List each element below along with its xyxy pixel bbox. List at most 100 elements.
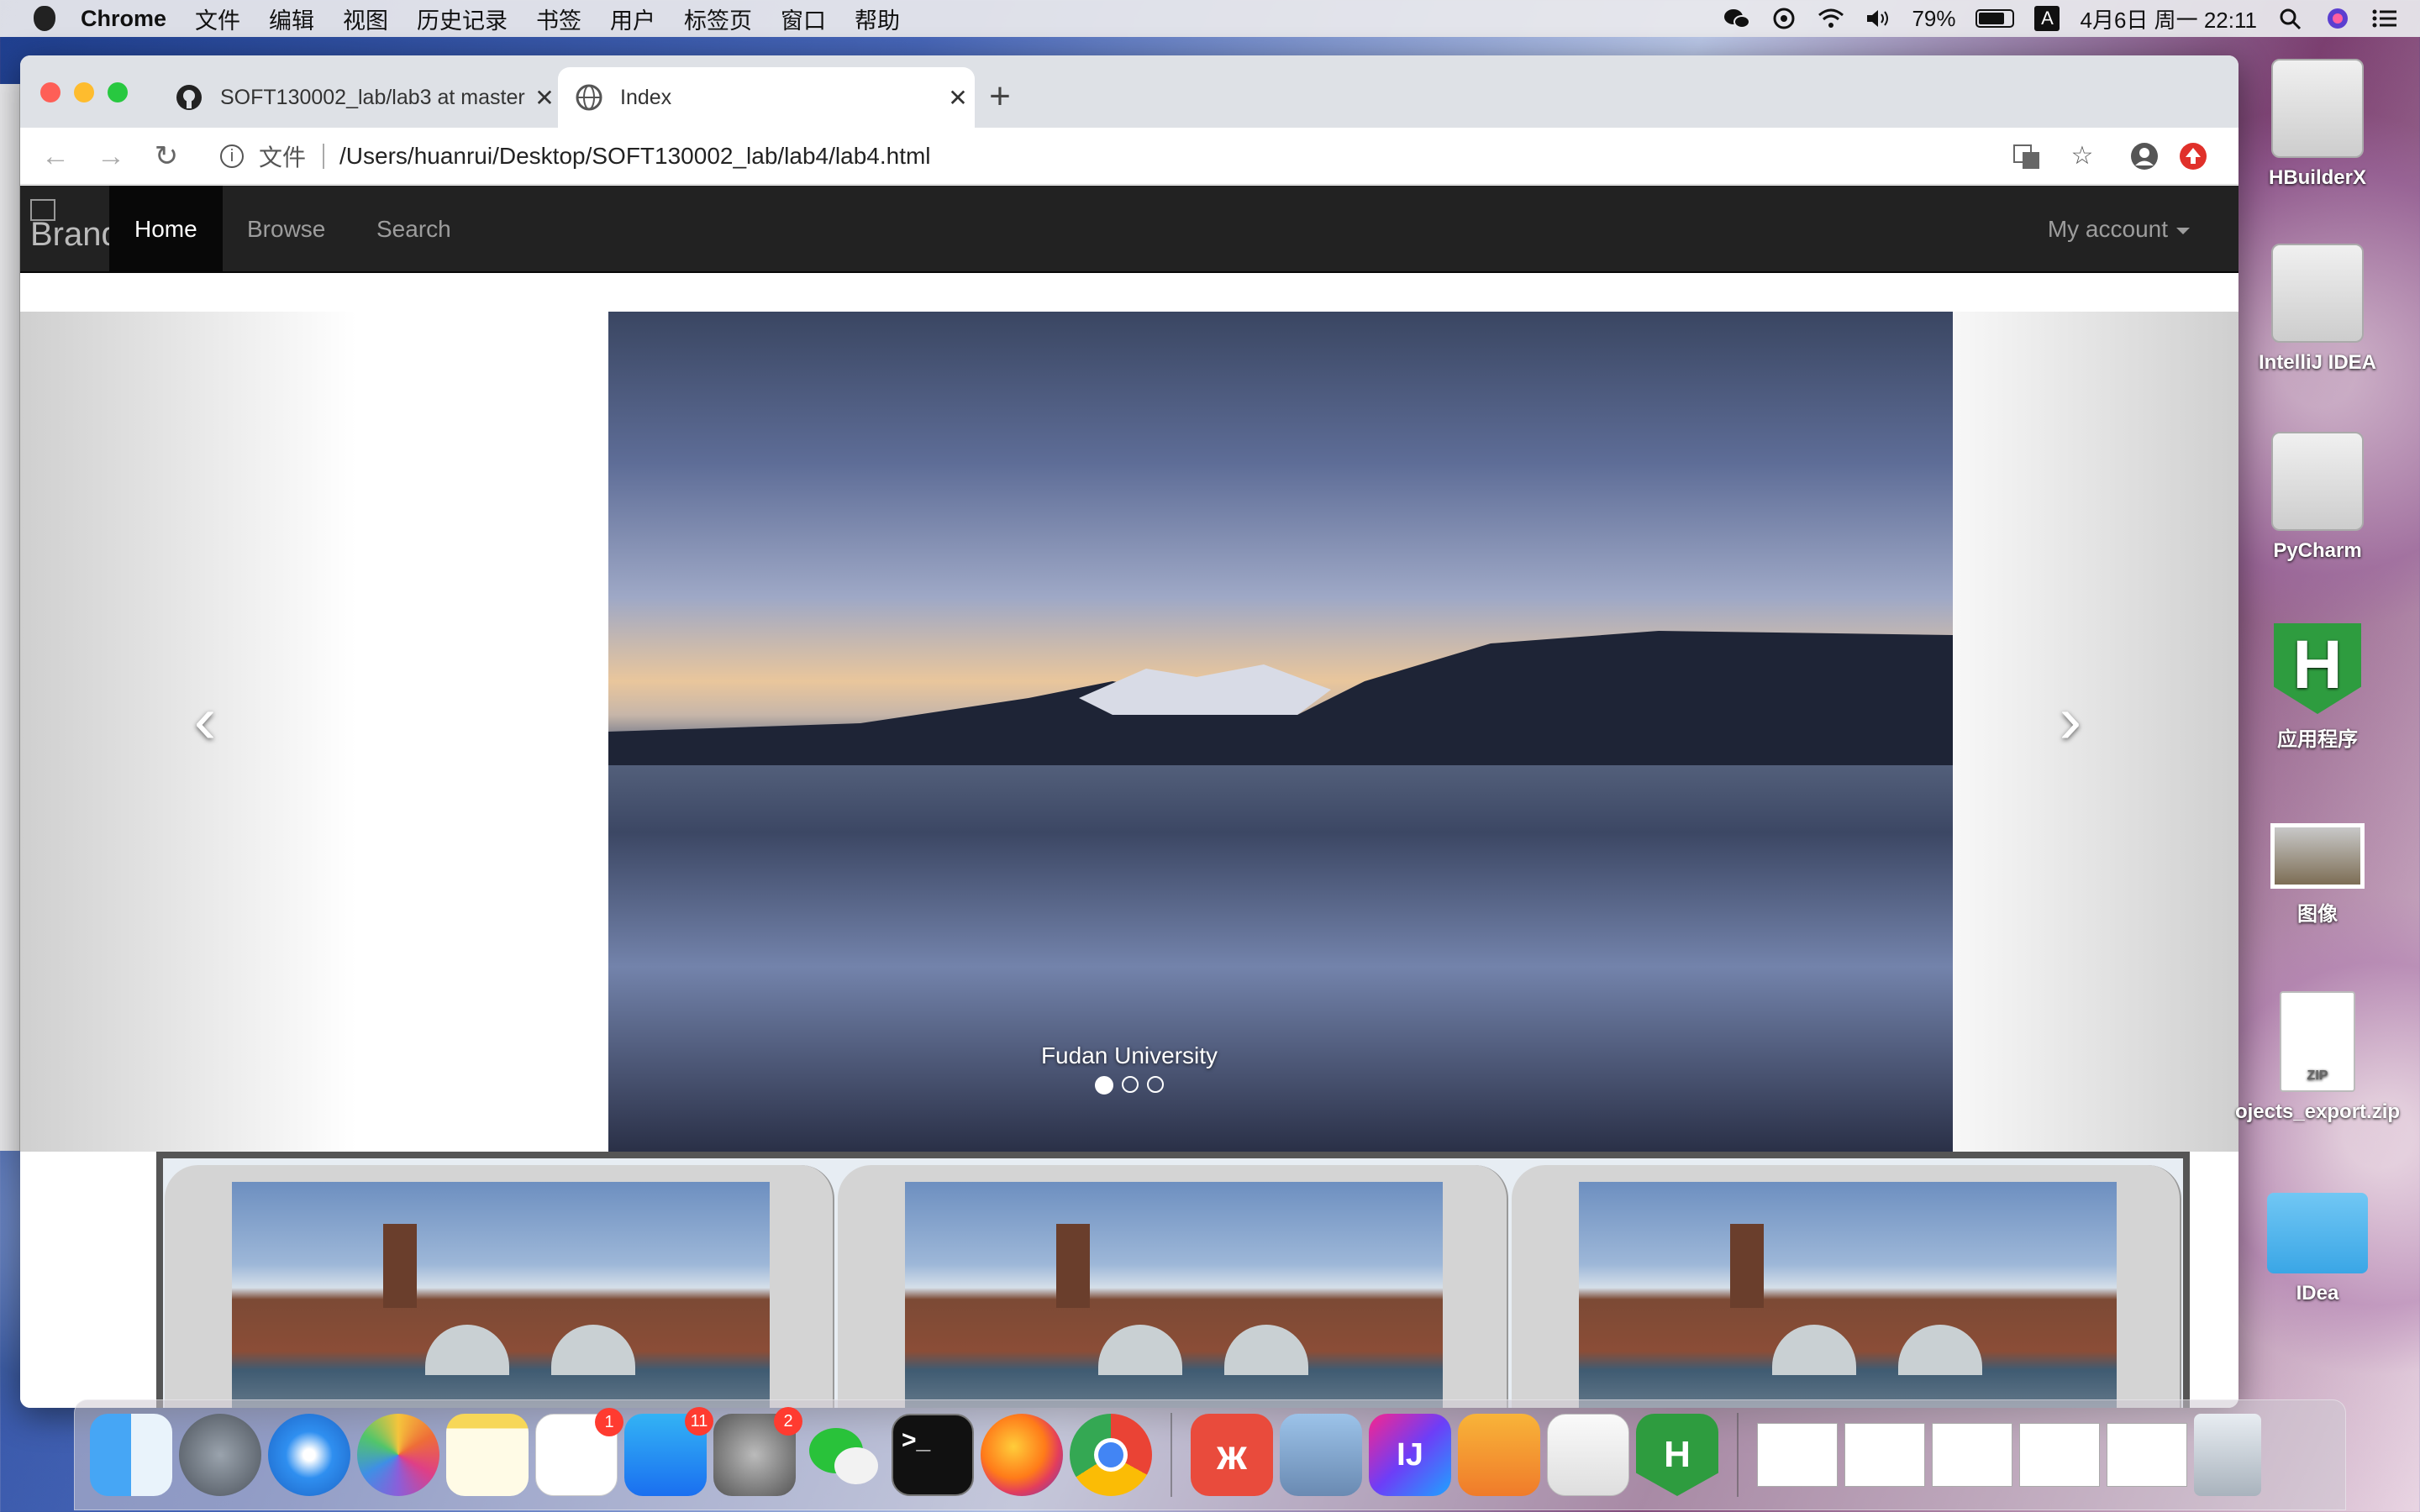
safari-icon[interactable] — [268, 1414, 350, 1496]
thumbnail-card[interactable] — [1511, 1165, 2181, 1408]
desktop-zip-file[interactable]: ZIP ojects_export.zip — [2232, 991, 2403, 1124]
maximize-window-button[interactable] — [108, 82, 128, 102]
site-navbar: Brand Home Browse Search My account — [20, 186, 2238, 273]
disk-icon — [2271, 432, 2364, 531]
bookmark-star-icon[interactable]: ☆ — [2067, 141, 2097, 171]
extension-icon[interactable] — [2178, 141, 2208, 171]
carousel-indicator[interactable] — [1122, 1076, 1139, 1093]
pages-icon[interactable] — [1458, 1414, 1540, 1496]
nav-browse[interactable]: Browse — [222, 186, 350, 273]
carousel-slide-image — [608, 312, 1953, 1152]
desktop-intellij[interactable]: IntelliJ IDEA — [2242, 244, 2393, 375]
siri-icon[interactable] — [2324, 7, 2351, 30]
profile-icon[interactable] — [2129, 141, 2160, 171]
nav-search[interactable]: Search — [351, 186, 476, 273]
chevron-right-icon[interactable]: › — [2037, 681, 2104, 759]
minimized-window-thumbnail[interactable] — [1932, 1423, 2012, 1487]
menu-bar: Chrome 文件 编辑 视图 历史记录 书签 用户 标签页 窗口 帮助 79%… — [0, 0, 2420, 37]
minimized-window-thumbnail[interactable] — [1757, 1423, 1838, 1487]
minimized-window-thumbnail[interactable] — [2019, 1423, 2100, 1487]
background-window[interactable] — [0, 84, 20, 1151]
desktop-images[interactable]: 图像 — [2242, 823, 2393, 927]
menu-bookmarks[interactable]: 书签 — [536, 3, 581, 35]
new-tab-button[interactable]: + — [978, 76, 1022, 119]
close-tab-icon[interactable]: ✕ — [528, 84, 561, 112]
hbuilder-dock-icon[interactable]: H — [1636, 1414, 1718, 1496]
dock-separator — [1737, 1413, 1739, 1497]
info-icon[interactable]: i — [220, 144, 244, 168]
close-window-button[interactable] — [40, 82, 60, 102]
wechat-icon[interactable] — [802, 1414, 885, 1496]
wifi-icon[interactable] — [1818, 7, 1844, 30]
trash-icon[interactable] — [2194, 1414, 2261, 1496]
sync-status-icon[interactable] — [1770, 7, 1797, 30]
menu-view[interactable]: 视图 — [343, 3, 388, 35]
notification-center-icon[interactable] — [2371, 7, 2398, 30]
nav-home[interactable]: Home — [109, 186, 223, 273]
desktop-hbuilderx[interactable]: HBuilderX — [2242, 59, 2393, 190]
chrome-icon[interactable] — [1070, 1414, 1152, 1496]
translate-icon[interactable] — [2012, 141, 2042, 171]
menu-edit[interactable]: 编辑 — [269, 3, 314, 35]
desktop-idea-folder[interactable]: IDea — [2242, 1193, 2393, 1305]
terminal-icon[interactable]: >_ — [892, 1414, 974, 1496]
address-scheme-label: 文件 — [259, 144, 307, 171]
address-bar[interactable]: i 文件 /Users/huanrui/Desktop/SOFT130002_l… — [205, 133, 2196, 180]
brand-logo[interactable]: Brand — [30, 199, 111, 266]
menu-tab[interactable]: 标签页 — [684, 3, 752, 35]
battery-icon[interactable] — [1975, 9, 2015, 28]
back-button[interactable]: ← — [35, 136, 76, 176]
app-store-icon[interactable]: 11 — [624, 1407, 713, 1496]
menu-file[interactable]: 文件 — [195, 3, 240, 35]
minimized-window-thumbnail[interactable] — [1844, 1423, 1925, 1487]
menu-clock[interactable]: 4月6日 周一 22:11 — [2080, 3, 2257, 34]
desktop-applications[interactable]: H 应用程序 — [2242, 623, 2393, 752]
address-url[interactable]: /Users/huanrui/Desktop/SOFT130002_lab/la… — [339, 143, 931, 170]
close-tab-icon[interactable]: ✕ — [941, 84, 975, 112]
input-source-icon[interactable]: A — [2034, 6, 2060, 31]
carousel-caption: Fudan University — [1040, 1042, 1218, 1068]
system-preferences-icon[interactable]: 2 — [713, 1407, 802, 1496]
launchpad-icon[interactable] — [179, 1414, 261, 1496]
intellij-icon[interactable]: IJ — [1369, 1414, 1451, 1496]
minimized-window-thumbnail[interactable] — [2107, 1423, 2187, 1487]
forward-button[interactable]: → — [91, 136, 131, 176]
my-account-dropdown[interactable]: My account — [2048, 186, 2190, 273]
menu-history[interactable]: 历史记录 — [417, 3, 508, 35]
desktop-icon-label: 应用程序 — [2277, 728, 2358, 751]
menu-help[interactable]: 帮助 — [855, 3, 900, 35]
carousel-indicator[interactable] — [1147, 1076, 1164, 1093]
menu-people[interactable]: 用户 — [610, 3, 655, 35]
reminders-icon[interactable]: 1 — [535, 1408, 623, 1496]
desktop-pycharm[interactable]: PyCharm — [2242, 432, 2393, 563]
chevron-left-icon[interactable]: ‹ — [171, 681, 239, 759]
tab-strip: SOFT130002_lab/lab3 at master ✕ Index ✕ … — [20, 55, 2238, 128]
spotlight-search-icon[interactable] — [2277, 7, 2304, 30]
finder-icon[interactable] — [90, 1414, 172, 1496]
firefox-icon[interactable] — [981, 1414, 1063, 1496]
photos-icon[interactable] — [357, 1414, 439, 1496]
castle-bridge-image — [232, 1182, 770, 1408]
xmind-icon[interactable]: ж — [1191, 1414, 1273, 1496]
preview-icon[interactable] — [1280, 1414, 1362, 1496]
textedit-icon[interactable] — [1547, 1414, 1629, 1496]
tab-github[interactable]: SOFT130002_lab/lab3 at master ✕ — [158, 67, 561, 128]
battery-percent: 79% — [1912, 5, 1956, 31]
wechat-status-icon[interactable] — [1723, 7, 1751, 30]
my-account-label: My account — [2047, 216, 2168, 242]
apple-icon[interactable] — [34, 6, 55, 31]
thumbnail-card[interactable] — [838, 1165, 1508, 1408]
menu-app-name[interactable]: Chrome — [81, 6, 166, 32]
reload-button[interactable]: ↻ — [146, 136, 187, 176]
tab-index[interactable]: Index ✕ — [558, 67, 975, 128]
notes-icon[interactable] — [446, 1414, 529, 1496]
desktop-icon-label: HBuilderX — [2268, 166, 2366, 189]
thumbnail-card[interactable] — [165, 1165, 835, 1408]
minimize-window-button[interactable] — [74, 82, 94, 102]
carousel-indicator[interactable] — [1095, 1076, 1113, 1095]
volume-icon[interactable] — [1865, 7, 1891, 30]
tab-title: SOFT130002_lab/lab3 at master — [220, 85, 525, 109]
hbuilder-icon: H — [2274, 623, 2361, 714]
desktop-icon-label: IntelliJ IDEA — [2258, 351, 2377, 374]
menu-window[interactable]: 窗口 — [781, 3, 826, 35]
